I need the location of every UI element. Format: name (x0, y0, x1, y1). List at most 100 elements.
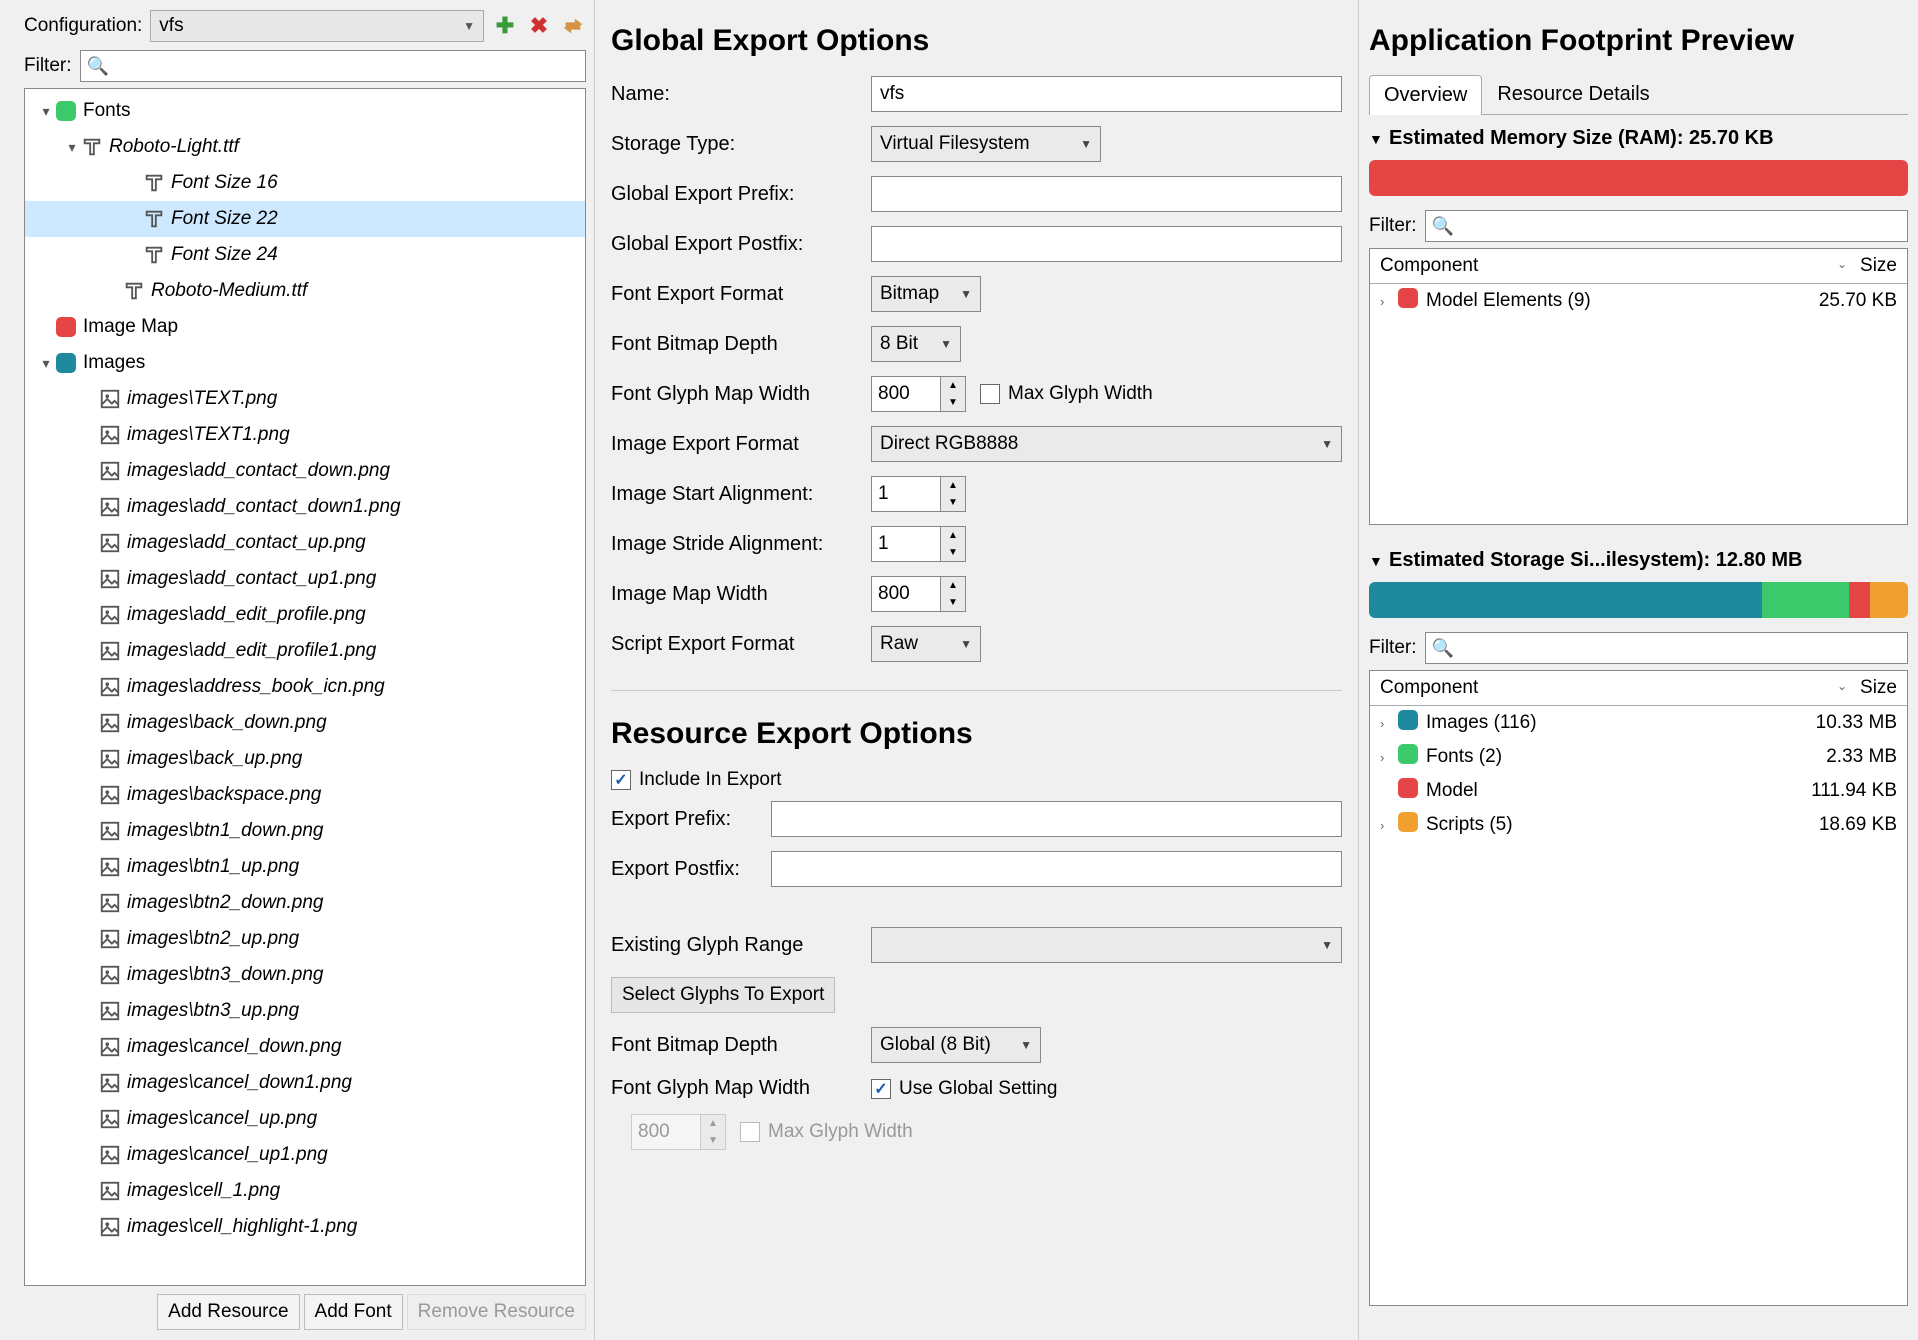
add-resource-button[interactable]: Add Resource (157, 1294, 299, 1330)
image-icon (99, 964, 121, 986)
img-stride-spinner[interactable]: ▲▼ (871, 526, 966, 562)
glyph-width-spinner[interactable]: ▲▼ (871, 376, 966, 412)
use-global-checkbox[interactable] (871, 1079, 891, 1099)
tree-image-item[interactable]: images\add_edit_profile.png (25, 597, 585, 633)
expand-icon[interactable]: › (1380, 716, 1398, 731)
max-glyph-checkbox[interactable] (980, 384, 1000, 404)
tree-font-file[interactable]: ▾ Roboto-Light.ttf (25, 129, 585, 165)
bar-segment (1369, 582, 1762, 618)
delete-config-button[interactable]: ✖ (526, 13, 552, 39)
table-row[interactable]: ›Scripts (5)18.69 KB (1370, 808, 1907, 842)
tree-image-map[interactable]: Image Map (25, 309, 585, 345)
tree-image-item[interactable]: images\add_contact_down.png (25, 453, 585, 489)
tree-image-item[interactable]: images\cancel_down1.png (25, 1065, 585, 1101)
image-format-select[interactable]: Direct RGB8888▼ (871, 426, 1342, 462)
add-config-button[interactable]: ✚ (492, 13, 518, 39)
expand-icon[interactable]: › (1380, 294, 1398, 309)
tree-image-item[interactable]: images\btn3_up.png (25, 993, 585, 1029)
tree-image-item[interactable]: images\cancel_up.png (25, 1101, 585, 1137)
expand-icon[interactable]: › (1380, 750, 1398, 765)
tree-image-item[interactable]: images\btn2_down.png (25, 885, 585, 921)
export-postfix-label: Export Postfix: (611, 858, 771, 881)
spin-up-icon[interactable]: ▲ (941, 377, 965, 394)
table-row[interactable]: ›Images (116)10.33 MB (1370, 706, 1907, 740)
resource-tree[interactable]: ▾Fonts▾Roboto-Light.ttfFont Size 16Font … (24, 88, 586, 1286)
tree-image-item[interactable]: images\cancel_up1.png (25, 1137, 585, 1173)
table-row[interactable]: Model111.94 KB (1370, 774, 1907, 808)
expand-icon[interactable]: ▾ (37, 103, 55, 120)
tree-image-item[interactable]: images\cancel_down.png (25, 1029, 585, 1065)
tab-resource-details[interactable]: Resource Details (1482, 74, 1664, 114)
tree-image-item[interactable]: images\btn2_up.png (25, 921, 585, 957)
font-format-select[interactable]: Bitmap▼ (871, 276, 981, 312)
storage-type-select[interactable]: Virtual Filesystem▼ (871, 126, 1101, 162)
expand-icon[interactable]: ▾ (37, 355, 55, 372)
tree-image-item[interactable]: images\add_contact_up.png (25, 525, 585, 561)
col-component[interactable]: Component (1370, 671, 1777, 705)
storage-section-header[interactable]: ▼ Estimated Storage Si...ilesystem): 12.… (1369, 549, 1908, 572)
tab-overview[interactable]: Overview (1369, 75, 1482, 115)
tree-fonts[interactable]: ▾Fonts (25, 93, 585, 129)
script-format-select[interactable]: Raw▼ (871, 626, 981, 662)
global-export-title: Global Export Options (611, 24, 1342, 58)
tree-image-item[interactable]: images\back_up.png (25, 741, 585, 777)
tree-font-size[interactable]: Font Size 22 (25, 201, 585, 237)
col-size[interactable]: ⌄Size (1777, 249, 1907, 283)
tree-label: images\btn1_up.png (127, 856, 299, 878)
filter-input[interactable]: 🔍 (80, 50, 587, 82)
tree-image-item[interactable]: images\address_book_icn.png (25, 669, 585, 705)
tree-image-item[interactable]: images\add_edit_profile1.png (25, 633, 585, 669)
tree-font-file[interactable]: Roboto-Medium.ttf (25, 273, 585, 309)
tree-image-item[interactable]: images\back_down.png (25, 705, 585, 741)
tree-image-item[interactable]: images\btn1_down.png (25, 813, 585, 849)
tree-image-item[interactable]: images\TEXT.png (25, 381, 585, 417)
table-row[interactable]: ›Fonts (2)2.33 MB (1370, 740, 1907, 774)
expand-icon[interactable]: › (1380, 818, 1398, 833)
export-prefix-input[interactable] (771, 801, 1342, 837)
tree-image-item[interactable]: images\btn1_up.png (25, 849, 585, 885)
tree-font-size[interactable]: Font Size 24 (25, 237, 585, 273)
tree-image-item[interactable]: images\btn3_down.png (25, 957, 585, 993)
res-font-depth-select[interactable]: Global (8 Bit)▼ (871, 1027, 1041, 1063)
font-depth-label: Font Bitmap Depth (611, 333, 871, 356)
tree-label: images\add_contact_down.png (127, 460, 390, 482)
tree-image-item[interactable]: images\add_contact_down1.png (25, 489, 585, 525)
table-row[interactable]: ›Model Elements (9)25.70 KB (1370, 284, 1907, 318)
expand-icon[interactable]: ▾ (63, 139, 81, 156)
storage-filter-input[interactable]: 🔍 (1425, 632, 1909, 664)
tree-image-item[interactable]: images\backspace.png (25, 777, 585, 813)
image-icon (99, 604, 121, 626)
existing-range-select[interactable]: ▼ (871, 927, 1342, 963)
tree-image-item[interactable]: images\add_contact_up1.png (25, 561, 585, 597)
tree-image-item[interactable]: images\TEXT1.png (25, 417, 585, 453)
tree-images[interactable]: ▾Images (25, 345, 585, 381)
tree-label: Roboto-Light.ttf (109, 136, 239, 158)
tree-label: images\cancel_up1.png (127, 1144, 328, 1166)
spin-down-icon[interactable]: ▼ (941, 394, 965, 411)
ram-filter-input[interactable]: 🔍 (1425, 210, 1909, 242)
configuration-select[interactable]: vfs ▼ (150, 10, 484, 42)
include-export-checkbox[interactable] (611, 770, 631, 790)
global-prefix-input[interactable] (871, 176, 1342, 212)
img-map-spinner[interactable]: ▲▼ (871, 576, 966, 612)
font-depth-select[interactable]: 8 Bit▼ (871, 326, 961, 362)
swap-config-button[interactable] (560, 13, 586, 39)
res-max-glyph-checkbox (740, 1122, 760, 1142)
col-size[interactable]: ⌄Size (1777, 671, 1907, 705)
col-component[interactable]: Component (1370, 249, 1777, 283)
use-global-label: Use Global Setting (899, 1078, 1057, 1100)
tree-image-item[interactable]: images\cell_highlight-1.png (25, 1209, 585, 1245)
image-icon (99, 1180, 121, 1202)
name-input[interactable] (871, 76, 1342, 112)
ram-section-header[interactable]: ▼ Estimated Memory Size (RAM): 25.70 KB (1369, 127, 1908, 150)
img-start-spinner[interactable]: ▲▼ (871, 476, 966, 512)
center-panel: Global Export Options Name: Storage Type… (595, 0, 1358, 1340)
filter-label: Filter: (24, 55, 72, 77)
add-font-button[interactable]: Add Font (304, 1294, 403, 1330)
tree-image-item[interactable]: images\cell_1.png (25, 1173, 585, 1209)
global-postfix-input[interactable] (871, 226, 1342, 262)
export-postfix-input[interactable] (771, 851, 1342, 887)
tree-font-size[interactable]: Font Size 16 (25, 165, 585, 201)
select-glyphs-button[interactable]: Select Glyphs To Export (611, 977, 835, 1013)
image-icon (99, 568, 121, 590)
